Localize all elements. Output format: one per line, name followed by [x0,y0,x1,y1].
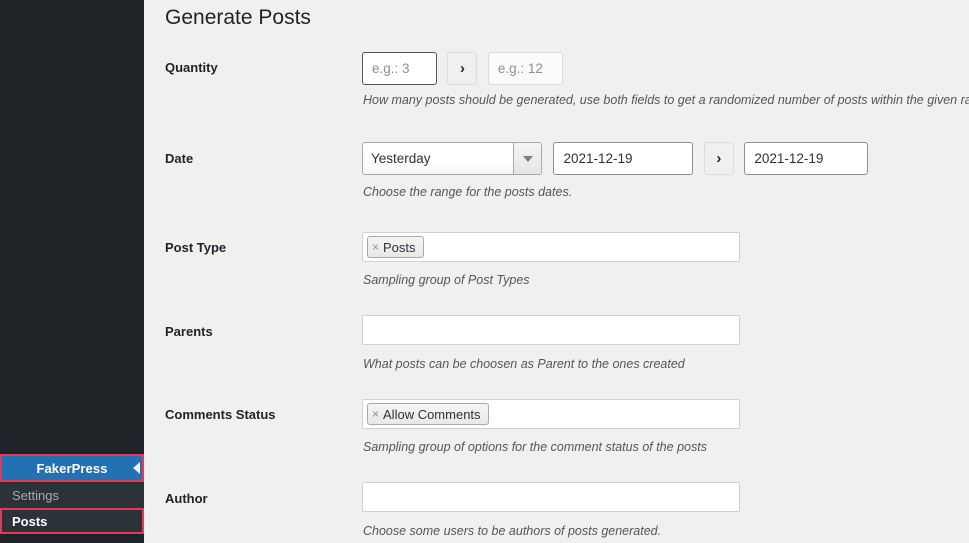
content-area: Generate Posts Quantity › How many posts… [144,0,969,543]
admin-sidebar: FakerPress Settings Posts [0,0,144,543]
sidebar-item-fakerpress[interactable]: FakerPress [0,454,144,482]
label-post-type: Post Type [165,240,227,255]
sidebar-item-posts-label: Posts [12,513,48,529]
remove-icon[interactable]: × [372,241,379,253]
description-quantity: How many posts should be generated, use … [363,93,969,107]
menu-arrow-icon [133,462,140,474]
token-post-type[interactable]: × Posts [367,236,424,258]
sidebar-submenu: Settings Posts [0,482,144,534]
description-date: Choose the range for the posts dates. [363,185,573,199]
description-comments-status: Sampling group of options for the commen… [363,440,707,454]
quantity-min-input[interactable] [362,52,437,85]
date-preset-select[interactable]: Yesterday [362,142,542,175]
chevron-right-icon: › [447,52,478,85]
sidebar-item-settings-label: Settings [12,487,59,503]
comments-status-multiselect[interactable]: × Allow Comments [362,399,740,429]
token-label: Posts [383,239,416,255]
description-parents: What posts can be choosen as Parent to t… [363,357,685,371]
quantity-max-input[interactable] [487,52,563,85]
label-date: Date [165,151,194,166]
description-author: Choose some users to be authors of posts… [363,524,662,538]
date-start-input[interactable] [553,142,694,175]
post-type-fields: × Posts [362,232,740,262]
label-comments-status: Comments Status [165,407,276,422]
chevron-right-icon-date: › [703,142,734,175]
remove-icon[interactable]: × [372,408,379,420]
date-preset-value: Yesterday [371,151,431,166]
label-author: Author [165,491,208,506]
comments-status-fields: × Allow Comments [362,399,740,429]
parents-fields [362,315,740,345]
date-end-input[interactable] [744,142,869,175]
page-title: Generate Posts [165,6,311,29]
label-parents: Parents [165,324,213,339]
sidebar-item-posts[interactable]: Posts [0,508,144,534]
description-post-type: Sampling group of Post Types [363,273,530,287]
wordpress-admin-screen: FakerPress Settings Posts Generate Posts… [0,0,969,543]
token-label: Allow Comments [383,406,481,422]
token-comments-status[interactable]: × Allow Comments [367,403,489,425]
parents-multiselect[interactable] [362,315,740,345]
author-fields [362,482,740,512]
label-quantity: Quantity [165,60,218,75]
sidebar-item-fakerpress-label: FakerPress [36,460,108,476]
sidebar-item-settings[interactable]: Settings [0,482,144,508]
author-multiselect[interactable] [362,482,740,512]
post-type-multiselect[interactable]: × Posts [362,232,740,262]
chevron-down-icon [513,143,541,174]
quantity-fields: › [362,52,563,85]
date-fields: Yesterday › [362,142,869,175]
